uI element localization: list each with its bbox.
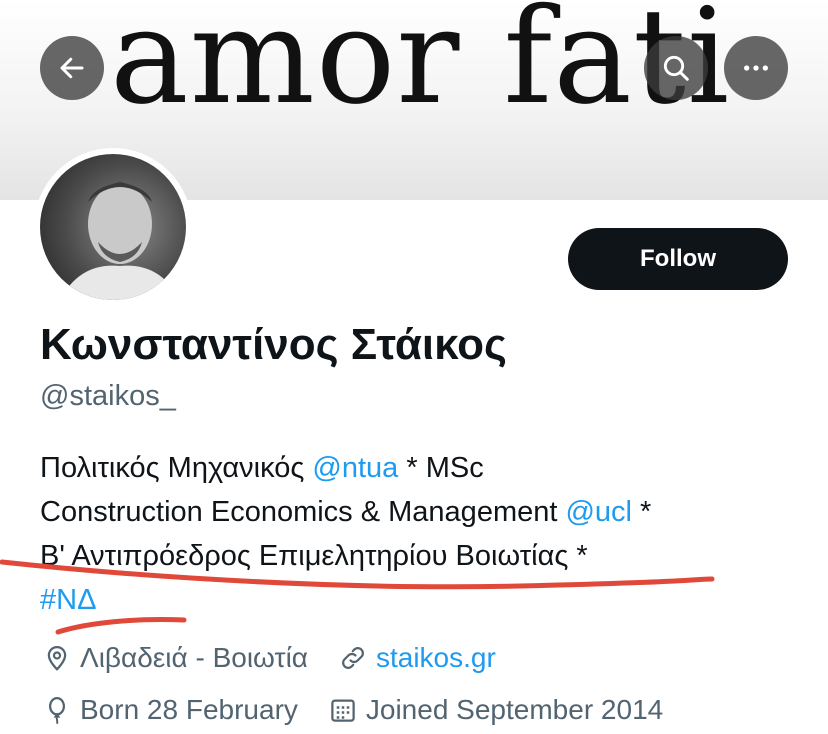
- calendar-icon: [331, 699, 355, 722]
- bio-line-1: Πολιτικός Μηχανικός @ntua * MSc: [40, 446, 800, 490]
- display-name: Κωνσταντίνος Στάικος: [40, 320, 507, 369]
- arrow-left-icon: [60, 57, 84, 79]
- avatar-photo: [40, 154, 186, 300]
- mention-ucl-link[interactable]: @ucl: [565, 496, 632, 528]
- balloon-icon: [49, 697, 65, 725]
- more-horizontal-icon: [744, 65, 768, 71]
- link-icon: [342, 647, 364, 669]
- back-button[interactable]: [40, 36, 104, 100]
- search-icon: [663, 55, 689, 81]
- profile-meta-row-2: Born 28 February Joined September 2014: [42, 694, 693, 726]
- birthday: Born 28 February: [42, 694, 298, 726]
- bio-line-2: Construction Economics & Management @ucl…: [40, 490, 800, 534]
- website[interactable]: staikos.gr: [338, 642, 496, 674]
- search-button[interactable]: [644, 36, 708, 100]
- website-link[interactable]: staikos.gr: [376, 642, 496, 674]
- hashtag-link[interactable]: #ΝΔ: [40, 578, 800, 622]
- mention-ntua-link[interactable]: @ntua: [312, 452, 398, 484]
- location-pin-icon: [47, 646, 67, 671]
- bio-text: Πολιτικός Μηχανικός: [40, 452, 313, 484]
- profile-meta-row-1: Λιβαδειά - Βοιωτία staikos.gr: [42, 642, 526, 674]
- bio-text: *: [632, 496, 652, 528]
- bio: Πολιτικός Μηχανικός @ntua * MSc Construc…: [40, 446, 800, 622]
- bio-text: Construction Economics & Management: [40, 496, 566, 528]
- banner-text: amor fati: [110, 0, 731, 134]
- location: Λιβαδειά - Βοιωτία: [42, 642, 308, 674]
- follow-button[interactable]: Follow: [568, 228, 788, 290]
- location-text: Λιβαδειά - Βοιωτία: [80, 642, 308, 673]
- birthday-text: Born 28 February: [80, 694, 298, 725]
- username: @staikos_: [40, 380, 176, 412]
- more-button[interactable]: [724, 36, 788, 100]
- avatar[interactable]: [34, 148, 192, 306]
- bio-text: * MSc: [398, 452, 484, 484]
- bio-line-3: Β' Αντιπρόεδρος Επιμελητηρίου Βοιωτίας *: [40, 540, 588, 572]
- joined-text: Joined September 2014: [365, 694, 664, 725]
- joined-date: Joined September 2014: [328, 694, 663, 726]
